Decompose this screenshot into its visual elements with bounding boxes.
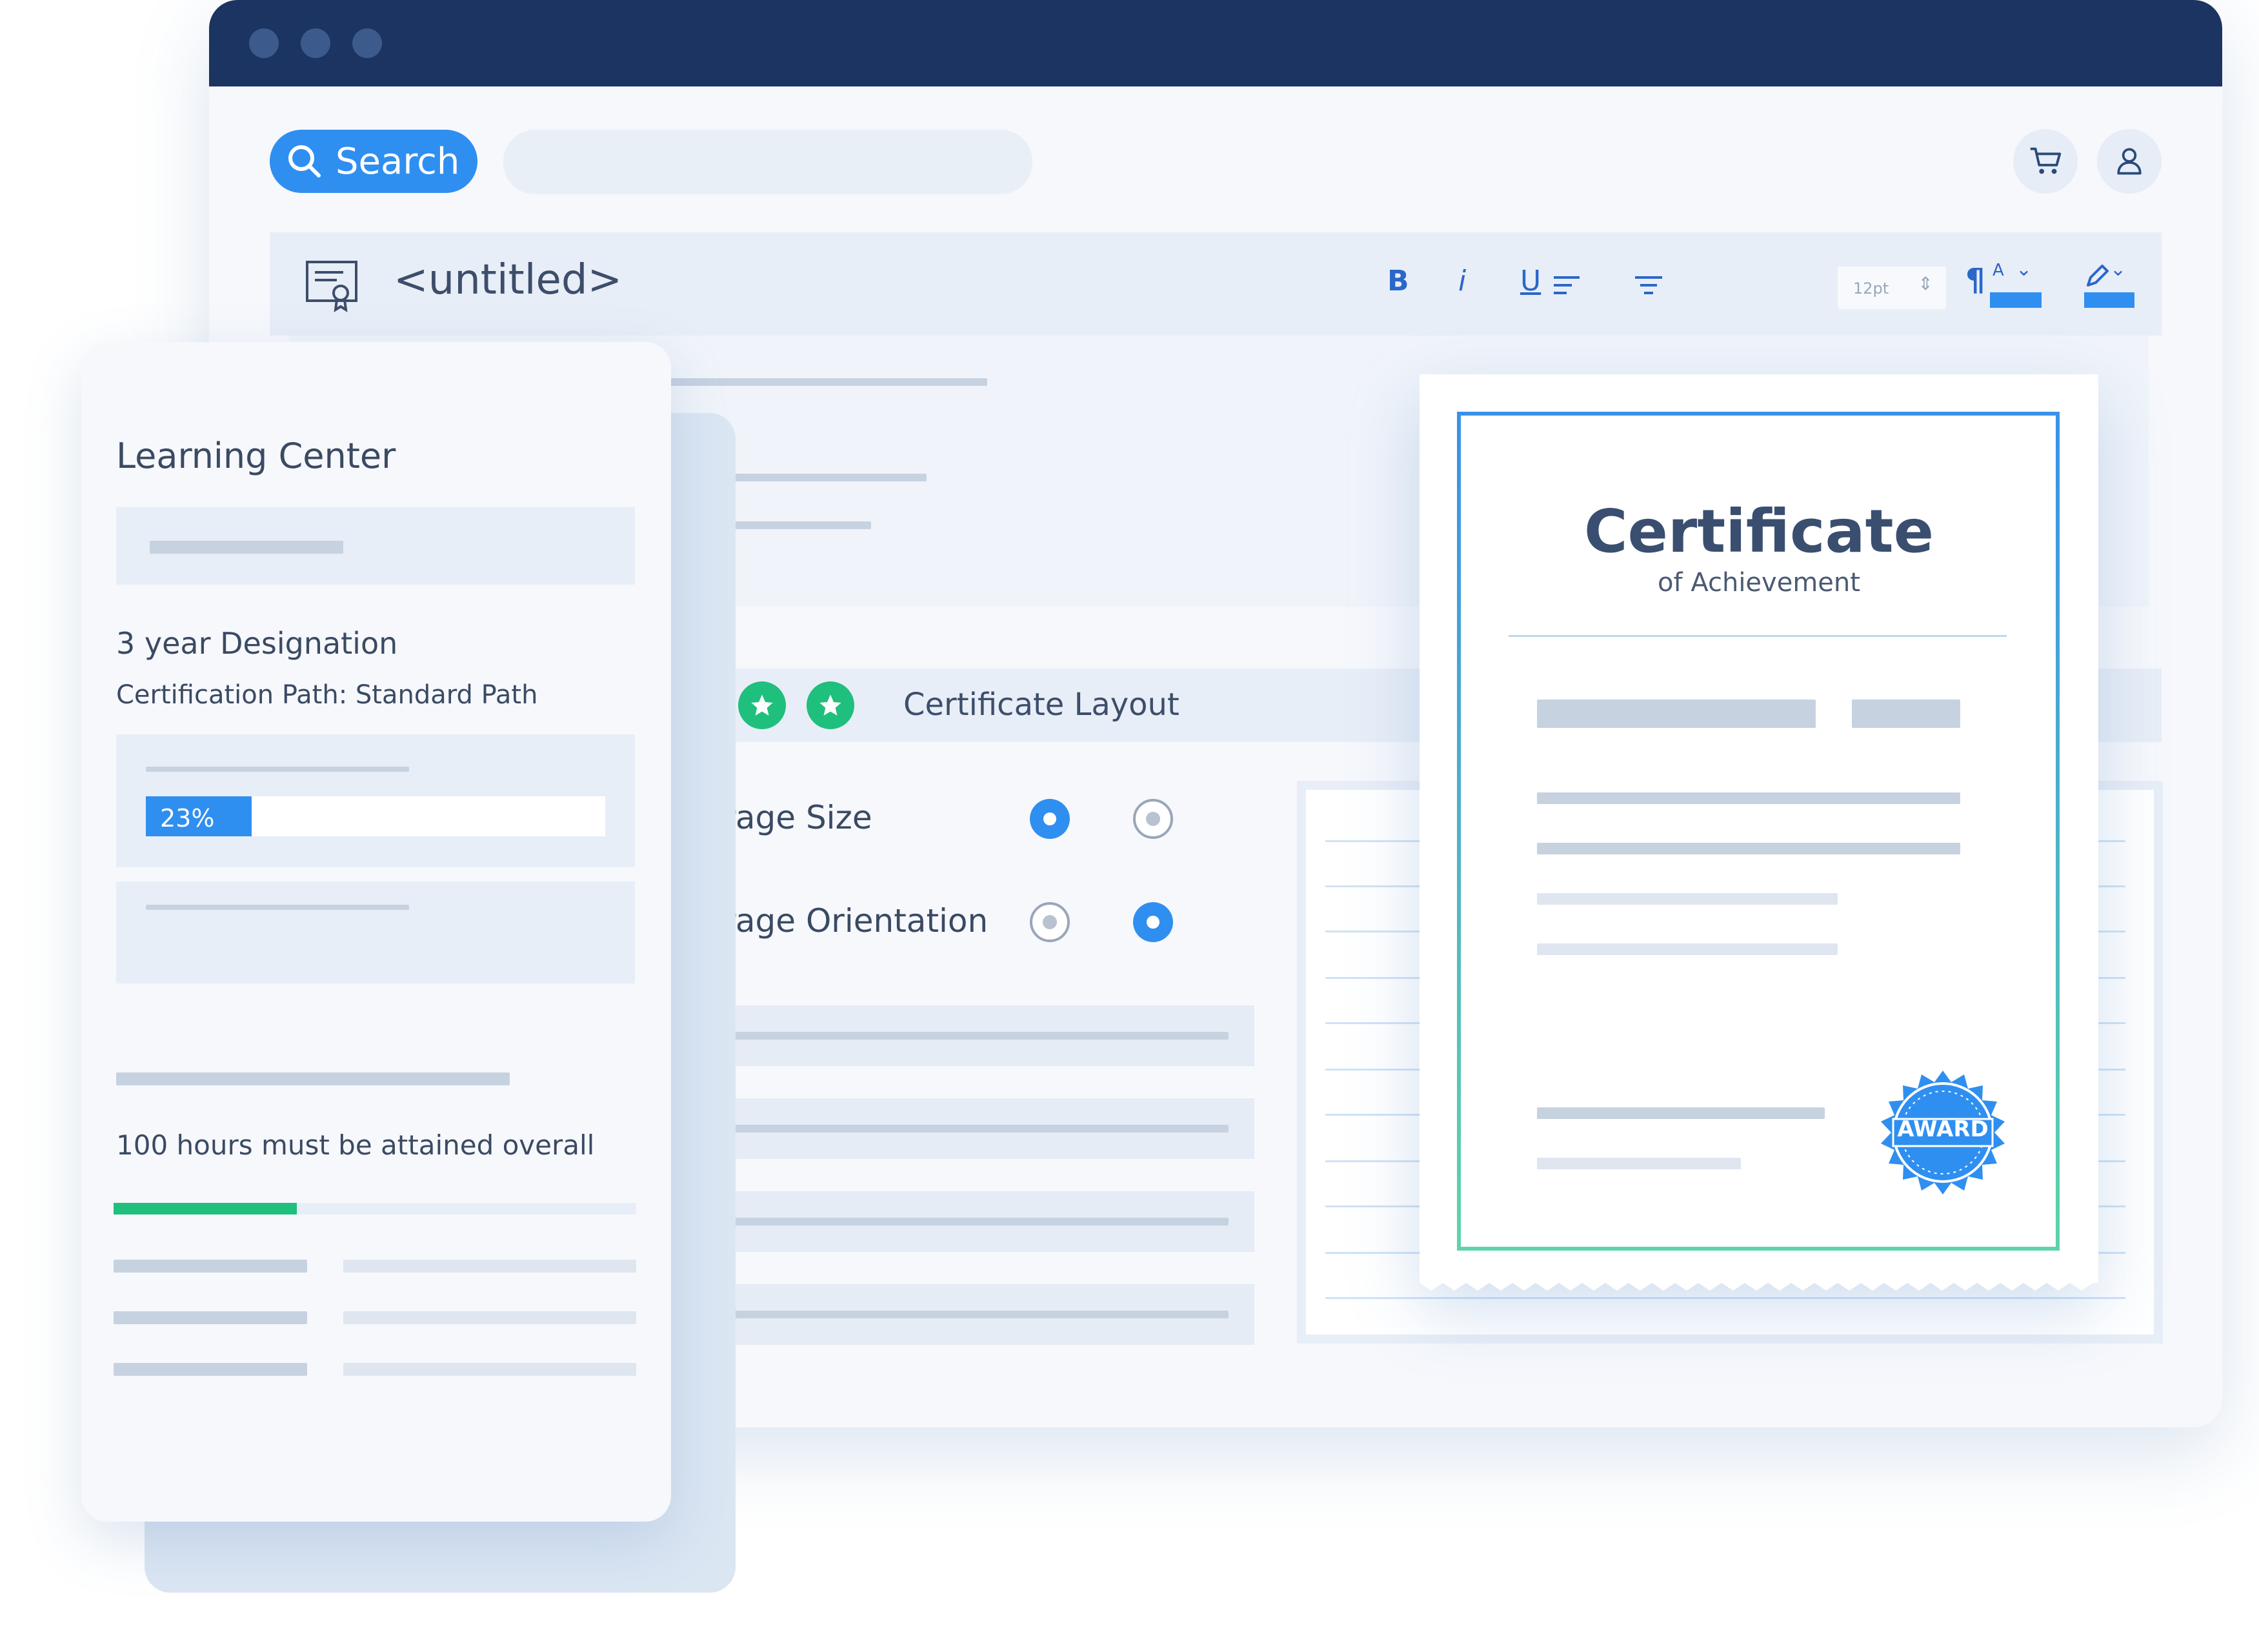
search-courses-field[interactable] xyxy=(116,507,635,585)
form-field[interactable] xyxy=(699,1284,1254,1345)
paragraph-icon[interactable]: ¶ xyxy=(1965,262,1985,298)
certificate-title: Certificate xyxy=(1584,497,1934,566)
pencil-icon[interactable] xyxy=(2084,263,2110,289)
user-icon xyxy=(2117,148,2142,175)
award-seal-text: AWARD xyxy=(1897,1116,1989,1142)
certificate-divider xyxy=(1509,635,2007,637)
panel-text-line xyxy=(343,1363,636,1376)
form-field[interactable] xyxy=(699,1005,1254,1066)
panel-text-line xyxy=(114,1363,307,1376)
form-field[interactable] xyxy=(699,1098,1254,1159)
panel-text-line xyxy=(343,1311,636,1324)
page-size-radio-2[interactable] xyxy=(1133,799,1173,839)
font-color-label[interactable]: A xyxy=(1993,261,2004,280)
search-icon xyxy=(288,145,321,177)
user-button[interactable] xyxy=(2097,129,2162,194)
panel-text-line xyxy=(116,1073,510,1085)
italic-button[interactable]: i xyxy=(1458,265,1466,297)
search-input[interactable] xyxy=(503,130,1032,194)
learning-center-title: Learning Center xyxy=(116,436,396,476)
orientation-radio-2[interactable] xyxy=(1133,902,1173,942)
star-icon xyxy=(738,681,786,729)
course-card[interactable] xyxy=(116,881,635,983)
certificate-subtitle: of Achievement xyxy=(1658,568,1860,598)
text-line xyxy=(665,378,987,386)
section-title: Certificate Layout xyxy=(903,687,1180,723)
certificate-signature-caption xyxy=(1537,1158,1741,1169)
certificate-name-line xyxy=(1537,700,1816,728)
page-size-label: Page Size xyxy=(718,799,872,836)
certificate-text-line xyxy=(1537,792,1960,804)
cart-icon xyxy=(2030,147,2062,174)
page-orientation-label: Page Orientation xyxy=(718,902,989,940)
cart-button[interactable] xyxy=(2013,129,2078,194)
progress-card-line xyxy=(146,767,409,772)
align-center-icon[interactable] xyxy=(1634,274,1663,297)
font-color-swatch[interactable] xyxy=(1990,292,2042,308)
hours-progress-fill xyxy=(114,1203,297,1214)
page-size-radio-1[interactable] xyxy=(1030,799,1070,839)
rule-line xyxy=(1325,1297,2125,1299)
panel-text-line xyxy=(114,1260,307,1273)
certificate-text-line xyxy=(1537,943,1838,955)
window-dot[interactable] xyxy=(249,28,279,58)
certificate-zigzag-edge xyxy=(1420,1275,2098,1291)
chevron-down-icon[interactable]: ⌄ xyxy=(2016,258,2032,281)
course-progress-fill: 23% xyxy=(146,796,252,836)
window-dot[interactable] xyxy=(352,28,382,58)
hours-requirement: 100 hours must be attained overall xyxy=(116,1129,595,1161)
certificate-text-line xyxy=(1537,893,1838,905)
title-bar xyxy=(209,0,2222,86)
panel-text-line xyxy=(114,1311,307,1324)
orientation-radio-1[interactable] xyxy=(1030,902,1070,942)
certificate-icon xyxy=(306,261,357,312)
font-size-value: 12pt xyxy=(1853,279,1889,297)
chevron-down-icon[interactable]: ⌄ xyxy=(2110,258,2126,281)
search-button[interactable]: Search xyxy=(270,130,477,193)
certificate-text-line xyxy=(1537,843,1960,854)
form-field[interactable] xyxy=(699,1191,1254,1252)
star-icon xyxy=(807,681,854,729)
certificate-date-line xyxy=(1852,700,1960,728)
document-title[interactable]: <untitled> xyxy=(394,256,622,304)
designation-title: 3 year Designation xyxy=(116,626,398,661)
search-button-label: Search xyxy=(336,140,460,183)
course-card-line xyxy=(146,905,409,910)
underline-button[interactable]: U xyxy=(1520,265,1541,297)
certification-path: Certification Path: Standard Path xyxy=(116,680,538,710)
panel-text-line xyxy=(343,1260,636,1273)
window-dot[interactable] xyxy=(301,28,330,58)
certificate-signature-line xyxy=(1537,1107,1825,1119)
font-size-select[interactable]: 12pt ⇕ xyxy=(1838,267,1946,309)
highlight-color-swatch[interactable] xyxy=(2084,292,2134,308)
bold-button[interactable]: B xyxy=(1387,265,1409,297)
align-left-icon[interactable] xyxy=(1552,274,1582,297)
